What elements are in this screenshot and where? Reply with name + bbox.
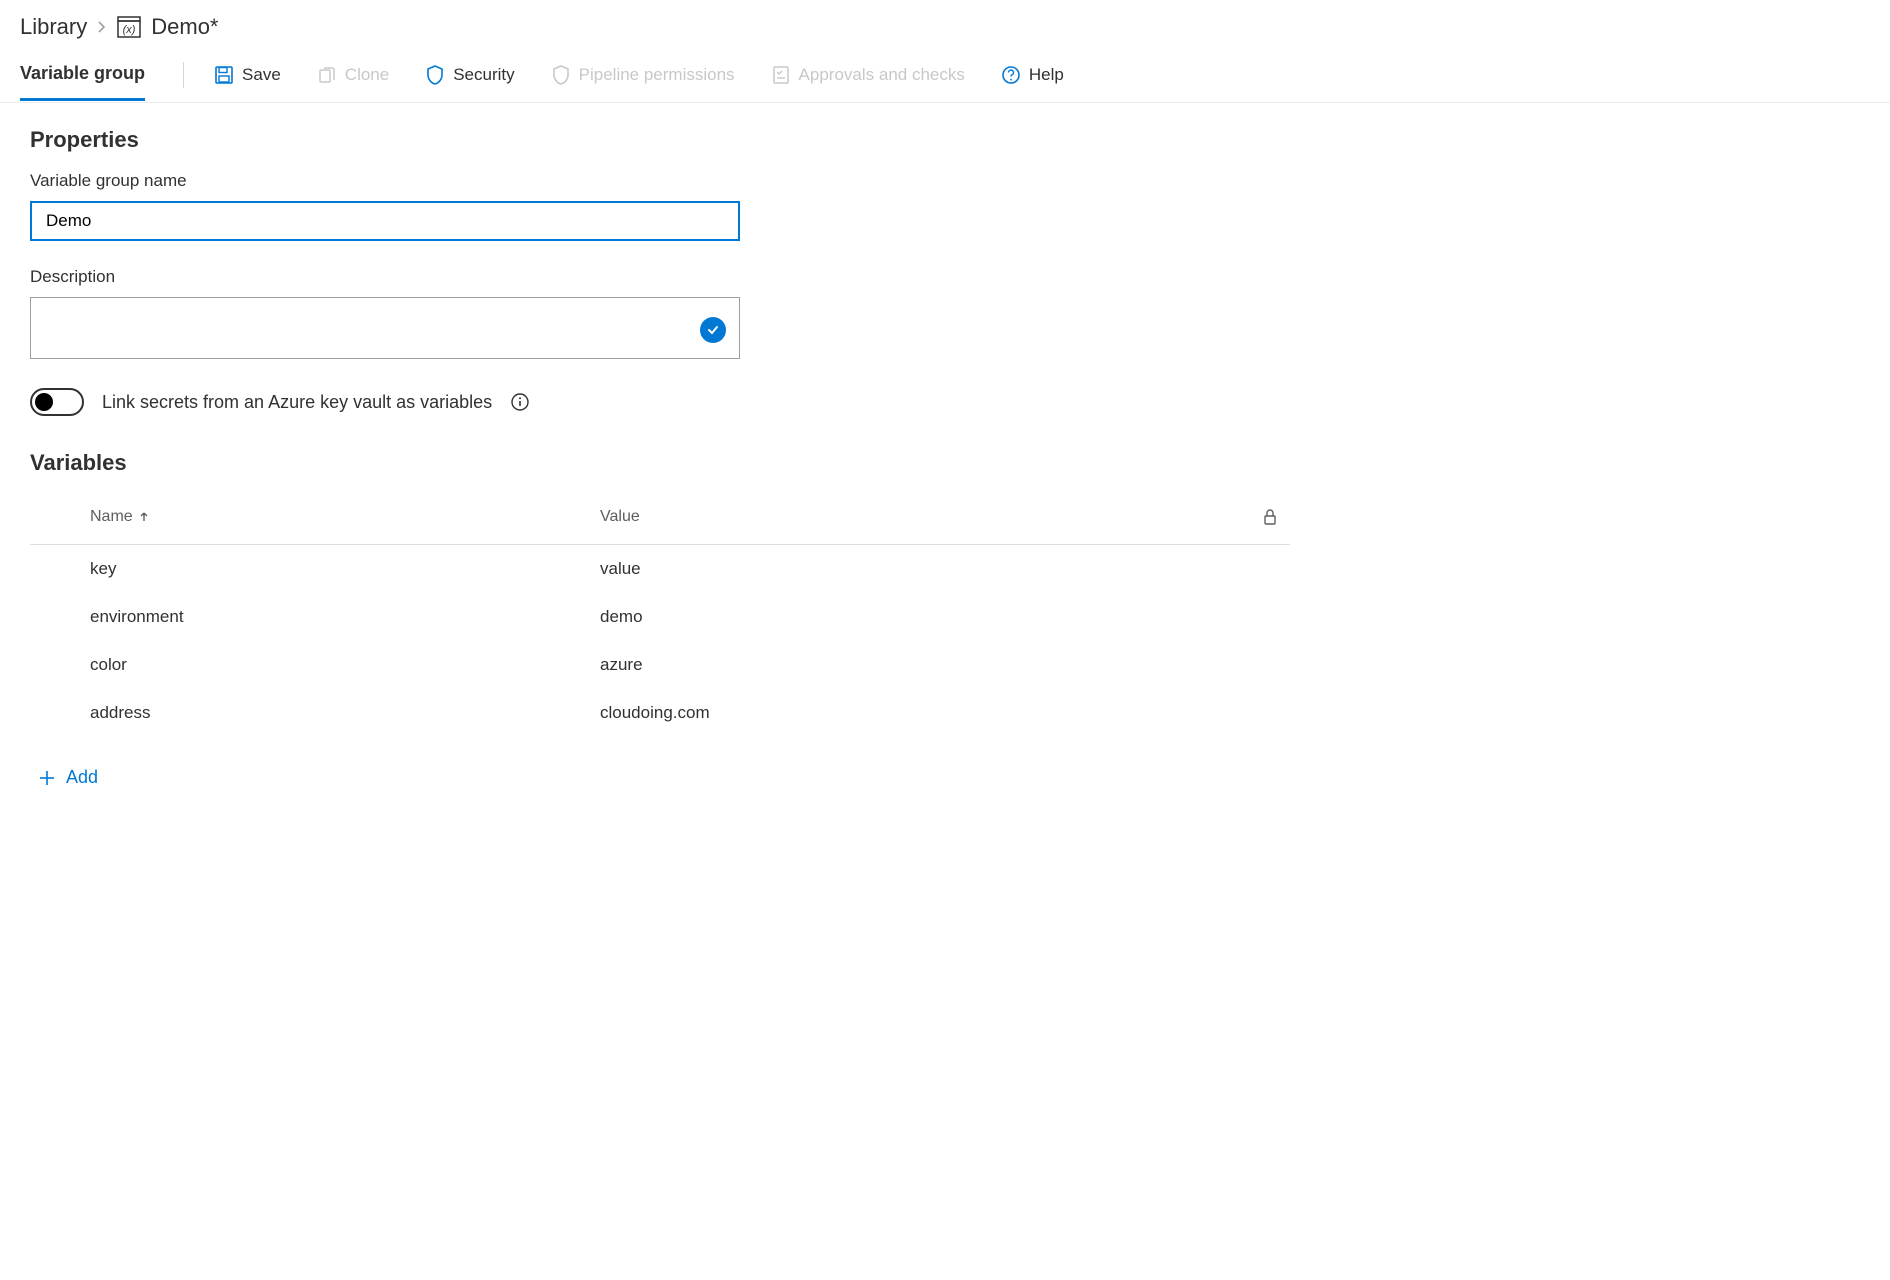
link-secrets-label: Link secrets from an Azure key vault as … — [102, 392, 492, 413]
toggle-knob — [35, 393, 53, 411]
variables-section: Variables Name Value — [30, 450, 1290, 790]
variable-group-name-label: Variable group name — [30, 171, 1290, 191]
help-button[interactable]: Help — [1001, 65, 1064, 99]
variables-header-row: Name Value — [30, 490, 1290, 545]
link-secrets-toggle-row: Link secrets from an Azure key vault as … — [30, 388, 1290, 416]
add-variable-button[interactable]: Add — [30, 737, 106, 788]
info-icon[interactable] — [510, 392, 530, 412]
save-label: Save — [242, 65, 281, 85]
toolbar-separator — [183, 62, 184, 88]
description-field-wrap — [30, 297, 740, 362]
breadcrumb-current: Demo* — [151, 14, 218, 40]
column-header-name[interactable]: Name — [90, 508, 600, 526]
variable-value: value — [600, 559, 1250, 579]
breadcrumb: Library (x) Demo* — [0, 0, 1890, 46]
save-icon — [214, 65, 234, 85]
column-header-value[interactable]: Value — [600, 508, 1250, 526]
approvals-checks-button: Approvals and checks — [771, 65, 965, 99]
variable-value: azure — [600, 655, 1250, 675]
approvals-checks-label: Approvals and checks — [799, 65, 965, 85]
variable-group-icon: (x) — [117, 16, 141, 38]
variables-heading: Variables — [30, 450, 1290, 476]
clone-icon — [317, 65, 337, 85]
description-input[interactable] — [30, 297, 740, 359]
breadcrumb-library-link[interactable]: Library — [20, 14, 87, 40]
chevron-right-icon — [97, 20, 107, 34]
tabbar: Variable group Save Clone Security — [0, 46, 1890, 103]
column-name-label: Name — [90, 508, 133, 526]
main-content: Properties Variable group name Descripti… — [0, 103, 1320, 814]
clone-label: Clone — [345, 65, 389, 85]
table-row[interactable]: address cloudoing.com — [30, 689, 1290, 737]
table-row[interactable]: color azure — [30, 641, 1290, 689]
sort-up-icon — [139, 511, 149, 523]
pipeline-permissions-button: Pipeline permissions — [551, 64, 735, 100]
properties-heading: Properties — [30, 127, 1290, 153]
variable-name: address — [90, 703, 600, 723]
variables-table: Name Value key value — [30, 490, 1290, 737]
security-button[interactable]: Security — [425, 64, 514, 100]
checklist-icon — [771, 65, 791, 85]
pipeline-permissions-label: Pipeline permissions — [579, 65, 735, 85]
variable-value: cloudoing.com — [600, 703, 1250, 723]
svg-text:(x): (x) — [123, 24, 136, 36]
link-secrets-toggle[interactable] — [30, 388, 84, 416]
save-button[interactable]: Save — [214, 65, 281, 99]
help-icon — [1001, 65, 1021, 85]
check-icon — [700, 317, 726, 343]
variable-name: color — [90, 655, 600, 675]
shield-icon — [425, 64, 445, 86]
shield-outline-icon — [551, 64, 571, 86]
column-header-lock — [1250, 508, 1290, 526]
help-label: Help — [1029, 65, 1064, 85]
table-row[interactable]: environment demo — [30, 593, 1290, 641]
variable-name: key — [90, 559, 600, 579]
plus-icon — [38, 769, 56, 787]
tab-variable-group[interactable]: Variable group — [20, 63, 145, 101]
add-label: Add — [66, 767, 98, 788]
description-label: Description — [30, 267, 1290, 287]
table-row[interactable]: key value — [30, 545, 1290, 593]
security-label: Security — [453, 65, 514, 85]
variable-name: environment — [90, 607, 600, 627]
lock-icon — [1262, 508, 1278, 526]
variable-value: demo — [600, 607, 1250, 627]
clone-button: Clone — [317, 65, 389, 99]
variable-group-name-input[interactable] — [30, 201, 740, 241]
